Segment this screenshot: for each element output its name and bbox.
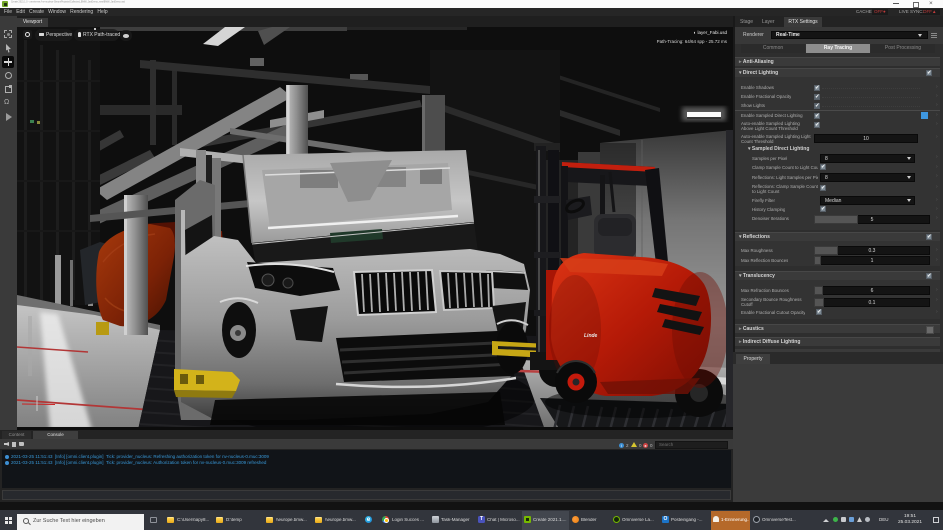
svg-text:Linde: Linde (584, 333, 598, 339)
